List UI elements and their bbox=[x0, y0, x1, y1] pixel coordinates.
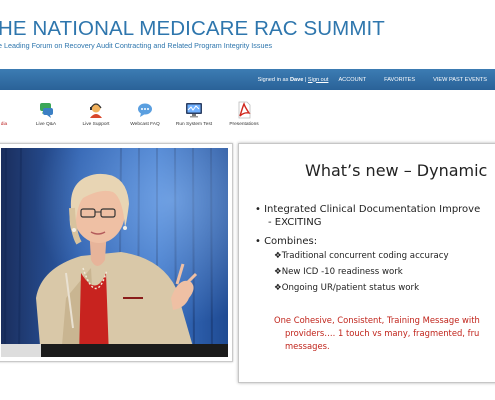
signed-in-status: Signed in as Dave | Sign out bbox=[258, 77, 329, 83]
tool-run-system-test[interactable]: Run System Test bbox=[174, 92, 214, 127]
webcast-toolbar: dia Live Q&A Live Support Webcast FAQ Ru… bbox=[0, 92, 495, 134]
sign-out-link[interactable]: Sign out bbox=[308, 77, 329, 83]
tool-webcast-faq[interactable]: Webcast FAQ bbox=[128, 92, 162, 127]
tool-media-label: dia bbox=[0, 122, 8, 127]
site-subtitle: e Leading Forum on Recovery Audit Contra… bbox=[0, 41, 273, 50]
slide-highlight-line-3: messages. bbox=[285, 341, 330, 351]
tool-live-support[interactable]: Live Support bbox=[79, 92, 113, 127]
speaker-video[interactable] bbox=[1, 148, 228, 357]
tool-presentations-label: Presentations bbox=[229, 122, 259, 127]
slide-bullet-1: • Integrated Clinical Documentation Impr… bbox=[255, 204, 481, 215]
nav-right: Signed in as Dave | Sign out ACCOUNT FAV… bbox=[258, 69, 495, 90]
speaker-video-image bbox=[1, 148, 228, 357]
signed-in-prefix: Signed in as bbox=[257, 76, 289, 83]
top-nav-bar: Signed in as Dave | Sign out ACCOUNT FAV… bbox=[0, 69, 495, 90]
slide-bullet-1-cont: - EXCITING bbox=[268, 217, 322, 228]
chat-bubbles-icon bbox=[40, 103, 53, 118]
presentation-slide: What’s new – Dynamic • Integrated Clinic… bbox=[238, 143, 495, 383]
tool-live-qa-label: Live Q&A bbox=[35, 122, 57, 127]
view-past-events-link[interactable]: VIEW PAST EVENTS bbox=[433, 77, 487, 83]
tool-live-qa[interactable]: Live Q&A bbox=[32, 92, 60, 127]
video-player[interactable] bbox=[0, 143, 233, 362]
slide-highlight-line-2: providers…. 1 touch vs many, fragmented,… bbox=[285, 328, 480, 338]
pdf-icon bbox=[238, 101, 251, 119]
tool-presentations[interactable]: Presentations bbox=[226, 92, 262, 127]
slide-subbullet-2: ❖New ICD -10 readiness work bbox=[274, 267, 403, 277]
slide-subbullet-3: ❖Ongoing UR/patient status work bbox=[274, 283, 420, 293]
tool-webcast-faq-label: Webcast FAQ bbox=[130, 122, 160, 127]
tool-run-system-test-label: Run System Test bbox=[175, 122, 213, 127]
site-header: HE NATIONAL MEDICARE RAC SUMMIT e Leadin… bbox=[0, 0, 495, 68]
nav-separator: | bbox=[304, 76, 307, 83]
slide-highlight-line-1: One Cohesive, Consistent, Training Messa… bbox=[274, 315, 480, 325]
tool-media[interactable]: dia bbox=[0, 92, 18, 127]
signed-in-user: Dave bbox=[289, 76, 304, 83]
support-agent-icon bbox=[90, 103, 102, 118]
system-test-monitor-icon bbox=[186, 103, 202, 118]
tool-live-support-label: Live Support bbox=[82, 122, 110, 127]
slide-title: What’s new – Dynamic bbox=[305, 161, 488, 180]
site-title: HE NATIONAL MEDICARE RAC SUMMIT bbox=[0, 17, 385, 40]
favorites-link[interactable]: FAVORITES bbox=[384, 77, 415, 83]
account-link[interactable]: ACCOUNT bbox=[338, 77, 366, 83]
media-icon bbox=[0, 101, 13, 119]
faq-bubble-icon bbox=[138, 103, 152, 117]
slide-bullet-2: • Combines: bbox=[255, 236, 318, 247]
slide-subbullet-1: ❖Traditional concurrent coding accuracy bbox=[274, 251, 449, 261]
